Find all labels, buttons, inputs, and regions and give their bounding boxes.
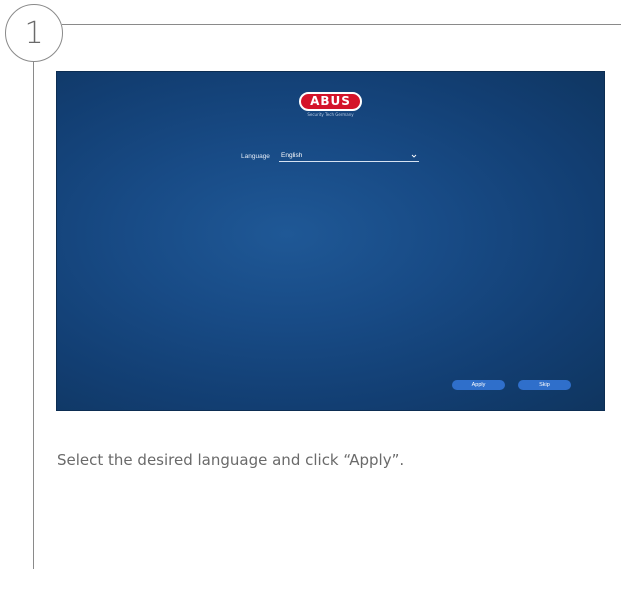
left-divider [33, 61, 34, 569]
abus-logo: ABUS [299, 92, 362, 111]
logo-tagline: Security Tech Germany [307, 112, 354, 117]
instruction-text: Select the desired language and click “A… [57, 451, 405, 469]
step-badge: 1 [5, 4, 63, 62]
chevron-down-icon [411, 154, 417, 158]
step-number: 1 [24, 16, 44, 51]
skip-button[interactable]: Skip [518, 380, 571, 390]
language-label: Language [241, 153, 270, 160]
brand-header: ABUS Security Tech Germany [56, 90, 605, 117]
language-select-value: English [281, 152, 303, 159]
apply-button[interactable]: Apply [452, 380, 505, 390]
language-select[interactable]: English [279, 152, 419, 162]
top-divider [62, 24, 621, 25]
setup-screen: ABUS Security Tech Germany Language Engl… [56, 71, 605, 411]
